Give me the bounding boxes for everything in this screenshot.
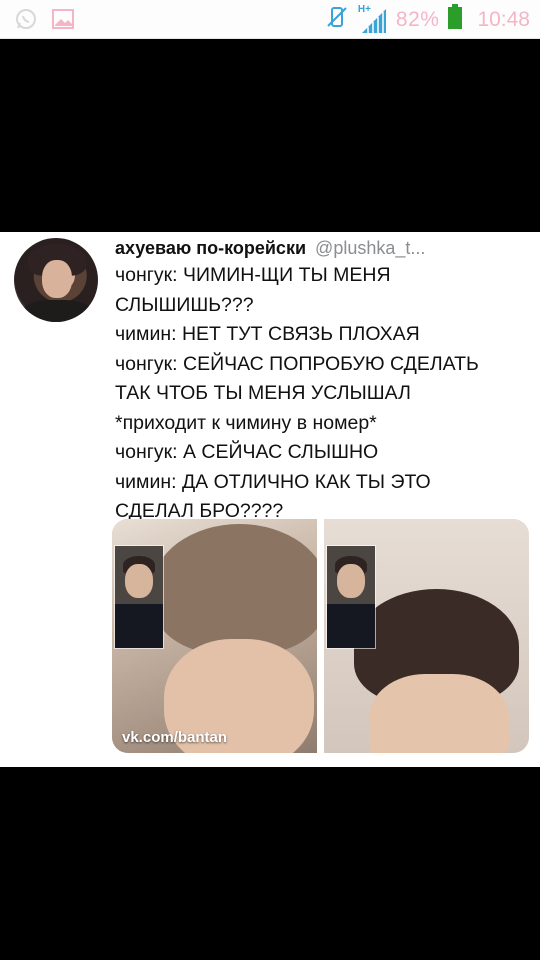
photo-hair — [152, 524, 317, 654]
battery-icon — [447, 4, 463, 35]
pip-body — [115, 604, 163, 648]
tweet-line: чонгук: А СЕЙЧАС СЛЫШНО — [115, 441, 379, 463]
author-handle[interactable]: @plushka_t... — [315, 238, 425, 258]
gallery-icon — [52, 9, 74, 34]
tweet-text: чонгук: ЧИМИН-ЩИ ТЫ МЕНЯ СЛЫШИШЬ??? чими… — [115, 261, 525, 527]
status-bar-right: H+ 82% 10:48 — [324, 4, 530, 35]
media-photo-1[interactable]: vk.com/bantan — [112, 519, 317, 753]
avatar-face — [42, 260, 72, 298]
author-name[interactable]: ахуеваю по-корейски — [115, 238, 306, 258]
battery-percent: 82% — [395, 7, 440, 31]
vibrate-off-icon — [324, 4, 350, 35]
tweet-line: чонгук: СЕЙЧАС ПОПРОБУЮ СДЕЛАТЬ — [115, 352, 479, 375]
tweet-line: чимин: НЕТ ТУТ СВЯЗЬ ПЛОХАЯ — [115, 323, 420, 345]
status-bar: H+ 82% 10:48 — [0, 0, 540, 39]
media-photo-2[interactable] — [324, 519, 529, 753]
watermark: vk.com/bantan — [122, 729, 228, 746]
pip-face — [125, 564, 153, 598]
tweet-line: СЛЫШИШЬ??? — [115, 293, 254, 316]
pip-face — [337, 564, 365, 598]
clock: 10:48 — [477, 7, 530, 31]
avatar[interactable] — [14, 238, 98, 322]
tweet-line: *приходит к чимину в номер* — [115, 411, 377, 434]
tweet-header: ахуеваю по-корейски @plushka_t... — [115, 238, 425, 259]
network-type: H+ — [357, 3, 371, 15]
pip-body — [327, 604, 375, 648]
tweet-line: чонгук: ЧИМИН-ЩИ ТЫ МЕНЯ — [115, 264, 391, 286]
status-bar-left — [14, 7, 74, 36]
whatsapp-icon — [14, 7, 38, 36]
tweet-card: ахуеваю по-корейски @plushka_t... чонгук… — [0, 232, 540, 767]
tweet-line: чимин: ДА ОТЛИЧНО КАК ТЫ ЭТО — [115, 470, 431, 493]
avatar-shoulder — [22, 300, 92, 322]
tweet-line: ТАК ЧТОБ ТЫ МЕНЯ УСЛЫШАЛ — [115, 382, 411, 404]
tweet-media: vk.com/bantan — [112, 519, 529, 753]
photo-face — [369, 674, 509, 753]
video-call-pip — [327, 546, 375, 648]
signal-icon: H+ — [357, 3, 388, 35]
video-call-pip — [115, 546, 163, 648]
